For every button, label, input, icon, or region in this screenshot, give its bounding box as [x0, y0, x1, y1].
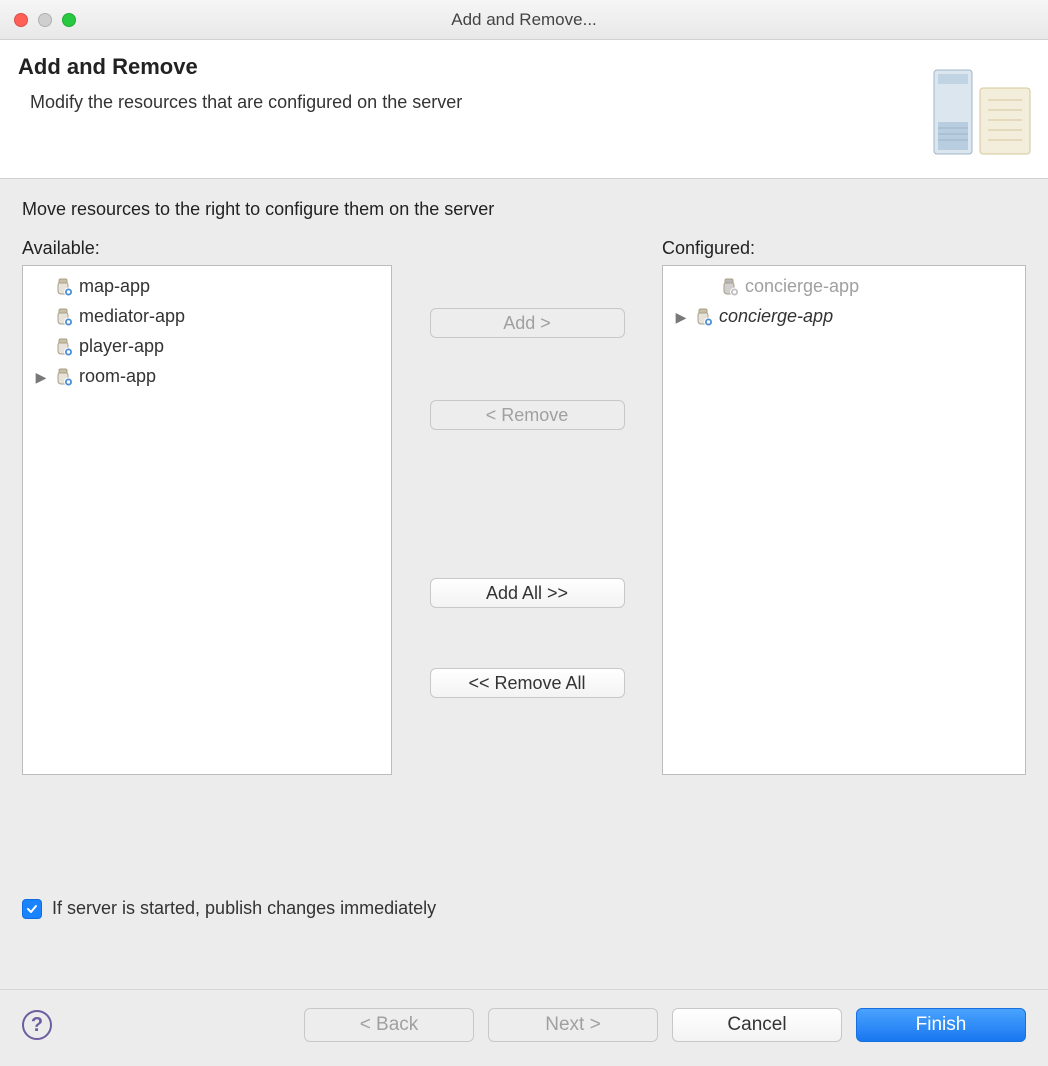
finish-button[interactable]: Finish [856, 1008, 1026, 1042]
add-button[interactable]: Add > [430, 308, 625, 338]
cancel-button[interactable]: Cancel [672, 1008, 842, 1042]
wizard-banner: Add and Remove Modify the resources that… [0, 40, 1048, 179]
expand-icon[interactable]: ▶ [673, 309, 689, 326]
wizard-body: Move resources to the right to configure… [0, 179, 1048, 989]
list-item-label: room-app [79, 366, 156, 388]
list-item-label: mediator-app [79, 306, 185, 328]
list-item-label: concierge-app [719, 306, 833, 328]
list-item[interactable]: concierge-app [667, 272, 1021, 302]
configured-list[interactable]: concierge-app▶ concierge-app [662, 265, 1026, 775]
list-item[interactable]: player-app [27, 332, 387, 362]
add-all-button[interactable]: Add All >> [430, 578, 625, 608]
jar-icon [719, 276, 741, 298]
window-title: Add and Remove... [0, 10, 1048, 30]
configured-label: Configured: [662, 238, 1026, 259]
list-item-label: player-app [79, 336, 164, 358]
page-title: Add and Remove [18, 54, 918, 80]
publish-checkbox-row[interactable]: If server is started, publish changes im… [22, 898, 1026, 919]
titlebar: Add and Remove... [0, 0, 1048, 40]
server-image [918, 54, 1048, 164]
publish-checkbox-label: If server is started, publish changes im… [52, 898, 436, 919]
jar-icon [53, 306, 75, 328]
remove-button[interactable]: < Remove [430, 400, 625, 430]
instruction-text: Move resources to the right to configure… [22, 199, 1026, 220]
list-item-label: map-app [79, 276, 150, 298]
jar-icon [53, 276, 75, 298]
wizard-footer: ? < Back Next > Cancel Finish [0, 989, 1048, 1066]
jar-icon [693, 306, 715, 328]
next-button[interactable]: Next > [488, 1008, 658, 1042]
help-button[interactable]: ? [22, 1010, 52, 1040]
expand-icon[interactable]: ▶ [33, 369, 49, 386]
publish-checkbox[interactable] [22, 899, 42, 919]
list-item-label: concierge-app [745, 276, 859, 298]
jar-icon [53, 366, 75, 388]
page-description: Modify the resources that are configured… [18, 92, 918, 113]
available-label: Available: [22, 238, 392, 259]
list-item[interactable]: ▶ room-app [27, 362, 387, 392]
list-item[interactable]: mediator-app [27, 302, 387, 332]
list-item[interactable]: map-app [27, 272, 387, 302]
transfer-buttons: Add > < Remove Add All >> << Remove All [392, 238, 662, 882]
jar-icon [53, 336, 75, 358]
available-list[interactable]: map-app mediator-app player-app ▶ room-ap… [22, 265, 392, 775]
back-button[interactable]: < Back [304, 1008, 474, 1042]
list-item[interactable]: ▶ concierge-app [667, 302, 1021, 332]
remove-all-button[interactable]: << Remove All [430, 668, 625, 698]
